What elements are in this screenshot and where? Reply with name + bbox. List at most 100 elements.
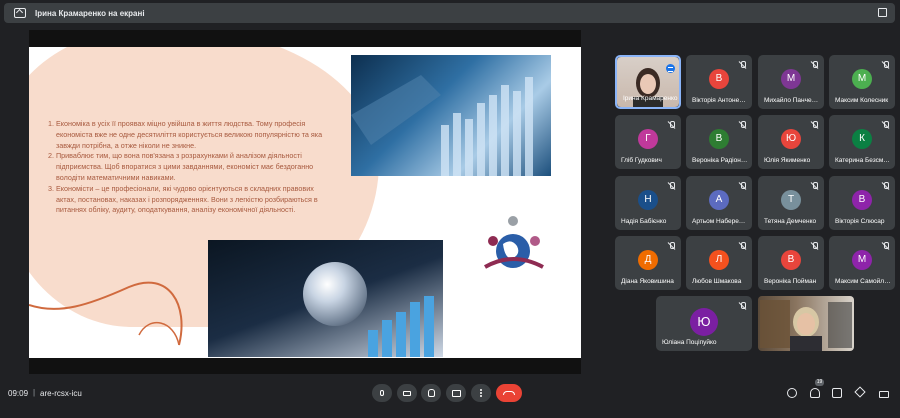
slide-text: Економіка в усіх її проявах міцно увійшл… bbox=[46, 119, 331, 216]
avatar: К bbox=[852, 129, 872, 149]
self-view-tile[interactable] bbox=[758, 296, 854, 351]
slide-item: Економісти – це професіонали, які чудово… bbox=[56, 184, 331, 216]
avatar: Т bbox=[781, 190, 801, 210]
participant-name: Михайло Панченко bbox=[764, 97, 820, 104]
participant-tile[interactable]: А Артьом Набережний bbox=[686, 176, 752, 230]
participant-tile[interactable]: Д Діана Яковишина bbox=[615, 236, 681, 290]
participant-tile[interactable]: Ірина Крамаренко bbox=[615, 55, 681, 109]
participant-name: Діана Яковишина bbox=[621, 278, 674, 285]
bar-graphic bbox=[351, 75, 533, 176]
participant-tile[interactable]: М Максим Самойленко bbox=[829, 236, 895, 290]
participant-tile[interactable]: Н Надія Бабієнко bbox=[615, 176, 681, 230]
info-icon[interactable] bbox=[787, 388, 797, 398]
meeting-code: are-rcsx-icu bbox=[40, 389, 82, 398]
glass-globe bbox=[303, 262, 367, 326]
more-options-button[interactable] bbox=[471, 384, 491, 402]
avatar: В bbox=[781, 250, 801, 270]
avatar: В bbox=[709, 69, 729, 89]
presenter-label: Ірина Крамаренко на екрані bbox=[35, 8, 145, 18]
money-chart-image bbox=[351, 55, 551, 176]
mic-off-icon bbox=[811, 182, 818, 190]
separator: | bbox=[33, 388, 36, 397]
participant-tile[interactable]: К Катерина Безсмертна bbox=[829, 115, 895, 169]
avatar: Ю bbox=[781, 129, 801, 149]
avatar: Л bbox=[709, 250, 729, 270]
participant-name: Гліб Гудкович bbox=[621, 157, 662, 164]
globe-people-logo bbox=[484, 216, 544, 269]
mic-off-icon bbox=[739, 61, 746, 69]
person-video bbox=[760, 300, 852, 351]
participant-tile[interactable]: М Михайло Панченко bbox=[758, 55, 824, 109]
participant-name: Тетяна Демченко bbox=[764, 218, 817, 225]
participant-name: Любов Шмакова bbox=[692, 278, 742, 285]
host-controls-icon[interactable] bbox=[879, 391, 889, 398]
avatar: Г bbox=[638, 129, 658, 149]
self-video bbox=[758, 296, 854, 351]
participant-name: Ірина Крамаренко bbox=[623, 95, 678, 102]
slide-item: Приваблює тим, що вона пов'язана з розра… bbox=[56, 151, 331, 183]
avatar: Н bbox=[638, 190, 658, 210]
mic-off-icon bbox=[739, 242, 746, 250]
participant-tile[interactable]: В Вероніка Радіонова bbox=[686, 115, 752, 169]
participant-name: Юліана Поціпуйко bbox=[662, 339, 717, 346]
activities-icon[interactable] bbox=[854, 386, 866, 398]
shared-screen: Економіка в усіх її проявах міцно увійшл… bbox=[29, 30, 581, 374]
participant-name: Артьом Набережний bbox=[692, 218, 748, 225]
participant-name: Вікторія Антоненко bbox=[692, 97, 748, 104]
mic-off-icon bbox=[668, 182, 675, 190]
avatar: М bbox=[852, 250, 872, 270]
chat-icon[interactable] bbox=[832, 388, 842, 398]
participant-tile[interactable]: Ю Юліана Поціпуйко bbox=[656, 296, 752, 351]
avatar: Ю bbox=[690, 308, 718, 336]
avatar: В bbox=[709, 129, 729, 149]
speaking-icon bbox=[666, 64, 675, 73]
camera-button[interactable] bbox=[397, 384, 417, 402]
participant-count-badge: 19 bbox=[815, 379, 824, 386]
participant-tile[interactable]: В Вероніка Пойман bbox=[758, 236, 824, 290]
avatar: Д bbox=[638, 250, 658, 270]
fullscreen-icon[interactable] bbox=[878, 8, 887, 17]
slide-item: Економіка в усіх її проявах міцно увійшл… bbox=[56, 119, 331, 151]
mic-off-icon bbox=[811, 61, 818, 69]
present-screen-icon bbox=[451, 389, 461, 397]
present-button[interactable] bbox=[446, 384, 466, 402]
end-call-button[interactable] bbox=[496, 384, 522, 402]
avatar: В bbox=[852, 190, 872, 210]
avatar: М bbox=[852, 69, 872, 89]
camera-icon bbox=[403, 390, 411, 396]
participant-tile[interactable]: Л Любов Шмакова bbox=[686, 236, 752, 290]
participant-name: Юлія Якименко bbox=[764, 157, 811, 164]
avatar: М bbox=[781, 69, 801, 89]
mic-off-icon bbox=[668, 242, 675, 250]
more-options-icon bbox=[480, 392, 482, 394]
end-call-icon bbox=[503, 391, 515, 395]
mic-button[interactable] bbox=[372, 384, 392, 402]
mic-off-icon bbox=[811, 121, 818, 129]
avatar: А bbox=[709, 190, 729, 210]
participant-tile[interactable]: В Вікторія Антоненко bbox=[686, 55, 752, 109]
participant-name: Надія Бабієнко bbox=[621, 218, 667, 225]
mic-off-icon bbox=[739, 302, 746, 310]
mic-off-icon bbox=[739, 182, 746, 190]
participant-tile[interactable]: Г Гліб Гудкович bbox=[615, 115, 681, 169]
mic-off-icon bbox=[882, 242, 889, 250]
participant-tile[interactable]: В Вікторія Слюсар bbox=[829, 176, 895, 230]
participant-name: Вероніка Пойман bbox=[764, 278, 817, 285]
present-icon bbox=[14, 8, 26, 18]
participant-name: Катерина Безсмертна bbox=[835, 157, 891, 164]
mic-off-icon bbox=[811, 242, 818, 250]
raise-hand-button[interactable] bbox=[421, 384, 441, 402]
people-icon[interactable] bbox=[810, 388, 820, 398]
participant-tile[interactable]: Ю Юлія Якименко bbox=[758, 115, 824, 169]
raise-hand-icon bbox=[427, 389, 435, 397]
presentation-slide: Економіка в усіх її проявах міцно увійшл… bbox=[29, 47, 581, 358]
presentation-bar: Ірина Крамаренко на екрані bbox=[4, 3, 895, 23]
mic-icon bbox=[380, 390, 384, 396]
clock: 09:09 bbox=[8, 389, 29, 398]
globe-image bbox=[208, 240, 443, 357]
participant-name: Вікторія Слюсар bbox=[835, 218, 885, 225]
participant-tile[interactable]: Т Тетяна Демченко bbox=[758, 176, 824, 230]
mic-off-icon bbox=[739, 121, 746, 129]
mic-off-icon bbox=[882, 61, 889, 69]
participant-tile[interactable]: М Максим Колесник bbox=[829, 55, 895, 109]
